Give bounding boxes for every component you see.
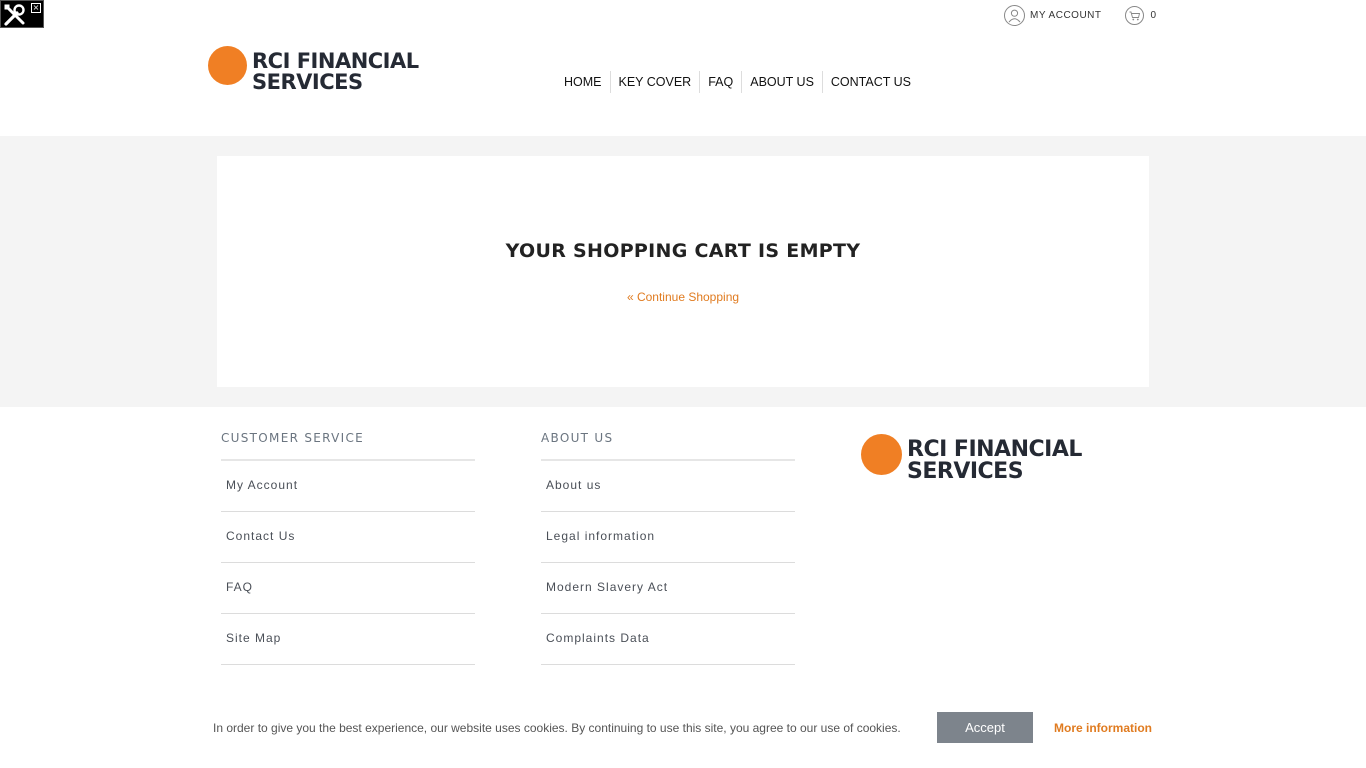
wrench-screwdriver-icon	[4, 4, 25, 26]
footer-link-site-map[interactable]: Site Map	[221, 614, 475, 665]
continue-shopping-link[interactable]: « Continue Shopping	[217, 290, 1149, 304]
footer-link-complaints-data[interactable]: Complaints Data	[541, 614, 795, 665]
nav-item-key-cover[interactable]: KEY COVER	[609, 71, 700, 93]
logo-text: RCI FINANCIAL SERVICES	[907, 439, 1082, 483]
header-logo[interactable]: RCI FINANCIAL SERVICES	[208, 45, 419, 93]
nav-item-about-us[interactable]: ABOUT US	[741, 71, 822, 93]
cart-link[interactable]: 0	[1124, 5, 1157, 25]
devtools-toggle[interactable]: ×	[0, 0, 44, 28]
cart-icon	[1124, 5, 1144, 25]
nav-item-faq[interactable]: FAQ	[699, 71, 741, 93]
my-account-link[interactable]: MY ACCOUNT	[1004, 4, 1102, 26]
my-account-label: MY ACCOUNT	[1030, 9, 1102, 21]
account-bar: MY ACCOUNT 0	[1004, 4, 1156, 26]
footer-link-my-account[interactable]: My Account	[221, 461, 475, 512]
close-icon[interactable]: ×	[31, 3, 41, 13]
footer-customer-service: CUSTOMER SERVICE My Account Contact Us F…	[221, 431, 475, 665]
user-icon	[1004, 4, 1025, 26]
cookie-accept-button[interactable]: Accept	[937, 712, 1033, 743]
nav-item-home[interactable]: HOME	[556, 71, 610, 93]
main-nav: HOME KEY COVER FAQ ABOUT US CONTACT US	[556, 71, 919, 93]
cart-empty-title: YOUR SHOPPING CART IS EMPTY	[505, 240, 861, 262]
footer-link-legal-information[interactable]: Legal information	[541, 512, 795, 563]
logo-line-2: SERVICES	[907, 459, 1024, 484]
nav-item-contact-us[interactable]: CONTACT US	[821, 71, 919, 93]
footer-link-modern-slavery-act[interactable]: Modern Slavery Act	[541, 563, 795, 614]
cookie-more-info-link[interactable]: More information	[1054, 721, 1152, 735]
logo-line-2: SERVICES	[252, 70, 363, 94]
cart-panel: YOUR SHOPPING CART IS EMPTY « Continue S…	[217, 156, 1149, 387]
footer-link-contact-us[interactable]: Contact Us	[221, 512, 475, 563]
logo-dot	[208, 45, 247, 85]
footer-heading: CUSTOMER SERVICE	[221, 431, 475, 461]
cookie-message: In order to give you the best experience…	[213, 721, 901, 735]
logo-dot	[861, 433, 902, 475]
footer-link-faq[interactable]: FAQ	[221, 563, 475, 614]
footer-logo[interactable]: RCI FINANCIAL SERVICES	[861, 433, 1082, 483]
footer-heading: ABOUT US	[541, 431, 795, 461]
logo-text: RCI FINANCIAL SERVICES	[252, 51, 419, 93]
footer-link-about-us[interactable]: About us	[541, 461, 795, 512]
cookie-banner: In order to give you the best experience…	[0, 703, 1366, 751]
cart-count: 0	[1150, 9, 1157, 21]
footer-about-us: ABOUT US About us Legal information Mode…	[541, 431, 795, 665]
